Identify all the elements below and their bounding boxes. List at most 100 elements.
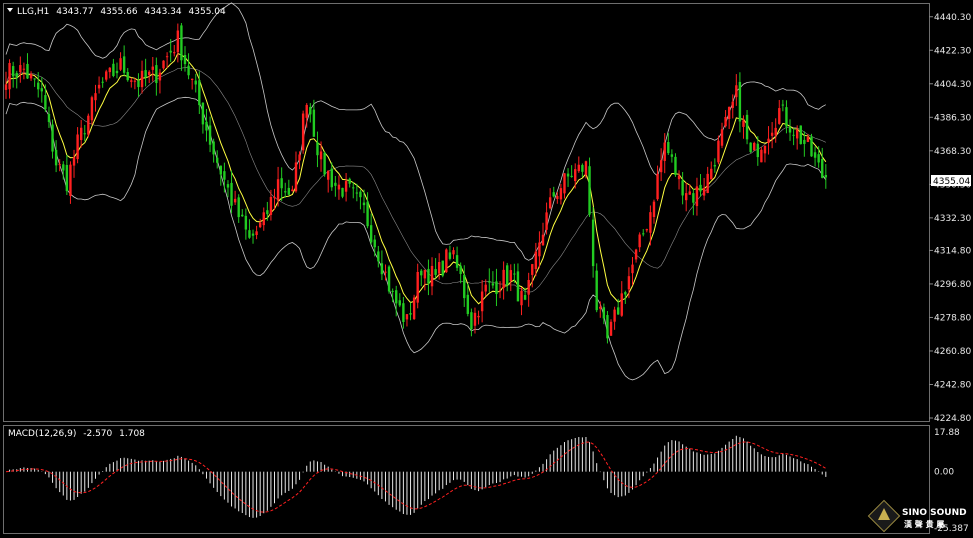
candle-body: [527, 280, 530, 295]
candle-body: [369, 225, 373, 243]
candle-body: [416, 271, 419, 303]
candle-body: [685, 193, 688, 201]
candle-body: [817, 154, 820, 163]
candle-body: [62, 164, 65, 171]
candle-body: [502, 269, 505, 288]
candle: [810, 133, 813, 157]
candle-body: [198, 80, 201, 106]
candle-body: [498, 290, 502, 292]
candle-body: [595, 270, 598, 311]
candle-body: [355, 192, 359, 194]
candle-body: [810, 136, 813, 157]
candle-body: [119, 58, 122, 70]
candle-body: [26, 63, 29, 79]
candle-body: [97, 84, 101, 89]
candle-body: [362, 202, 366, 206]
candle-body: [176, 30, 180, 53]
candle-body: [821, 158, 824, 178]
candle-body: [581, 164, 584, 172]
candle-body: [122, 56, 126, 73]
candle-body: [448, 252, 452, 259]
candle-body: [148, 71, 151, 75]
candle-body: [695, 186, 699, 207]
candle-body: [105, 71, 108, 80]
candle-body: [667, 142, 670, 154]
candle-body: [72, 157, 76, 166]
current-price-tag: 4355.04: [931, 175, 971, 187]
candle-body: [330, 168, 333, 188]
candle-body: [652, 201, 656, 217]
candle: [323, 151, 326, 177]
candle-body: [208, 125, 212, 145]
candle-body: [334, 182, 337, 186]
candle-body: [151, 66, 154, 70]
candle-body: [327, 170, 330, 180]
candle-body: [298, 154, 301, 161]
candle-body: [377, 251, 380, 262]
candle-body: [284, 191, 287, 193]
candle-body: [251, 233, 255, 236]
candle-body: [620, 293, 623, 316]
candle: [412, 294, 416, 320]
candle-body: [656, 173, 659, 200]
candle-body: [269, 196, 273, 215]
candle-body: [29, 74, 33, 79]
candle-body: [4, 84, 8, 90]
candle-body: [173, 52, 176, 54]
candle-body: [727, 106, 731, 119]
candle-body: [559, 188, 563, 200]
chart-canvas: 4440.304422.304404.304386.304368.304350.…: [0, 0, 973, 538]
candle-body: [280, 178, 283, 189]
candle-body: [480, 291, 484, 312]
price-tick-label: 4368.30: [934, 147, 971, 157]
candle-body: [233, 198, 237, 203]
candle: [387, 265, 391, 294]
candle-body: [781, 104, 785, 106]
candle-body: [706, 173, 709, 193]
candle-body: [430, 265, 434, 287]
candle-body: [423, 269, 427, 279]
macd-signal-value: 1.708: [119, 429, 145, 439]
candle-body: [720, 129, 724, 146]
price-tick-label: 4278.80: [934, 313, 971, 323]
candle-body: [384, 271, 387, 273]
candle-body: [488, 281, 491, 283]
candle-body: [76, 134, 79, 160]
candle-body: [545, 212, 548, 230]
candle-body: [387, 266, 391, 292]
candle-body: [638, 234, 641, 248]
candle-body: [642, 233, 645, 235]
candle-body: [523, 295, 527, 300]
candle-body: [359, 191, 362, 198]
candle: [441, 260, 444, 278]
candle-body: [230, 182, 233, 206]
price-tick-label: 4404.30: [934, 80, 971, 90]
candle-body: [806, 136, 810, 142]
candle-body: [484, 284, 487, 292]
candle-body: [574, 169, 577, 182]
candle-body: [316, 142, 319, 156]
candle-body: [803, 139, 806, 144]
candle-body: [337, 184, 341, 190]
candle-body: [584, 161, 588, 175]
candle-body: [412, 297, 416, 320]
candle-body: [273, 196, 276, 199]
candle-body: [437, 262, 441, 274]
current-price-label: 4355.04: [933, 177, 970, 187]
candle-body: [724, 116, 727, 127]
candle-body: [785, 107, 788, 127]
candle-body: [47, 113, 51, 122]
candle-body: [634, 249, 638, 260]
candle-body: [520, 290, 523, 306]
candle-body: [602, 307, 606, 319]
candle-body: [180, 25, 183, 61]
candle-body: [216, 157, 219, 163]
candle-body: [87, 115, 90, 135]
macd-tick-label: 17.88: [934, 428, 960, 438]
candle-body: [577, 164, 580, 172]
candle-body: [452, 250, 455, 255]
candle-body: [212, 141, 215, 155]
candle-body: [51, 124, 54, 152]
candle-body: [15, 72, 18, 78]
macd-label: MACD(12,26,9): [8, 429, 76, 439]
